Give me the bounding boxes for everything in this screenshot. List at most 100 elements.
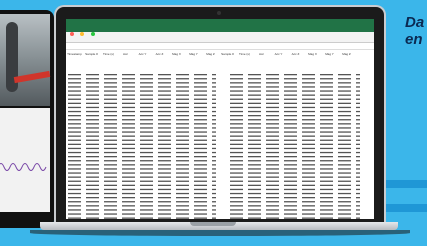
cell-text[interactable]: [302, 94, 315, 96]
cell-text[interactable]: [122, 143, 135, 145]
cell-text[interactable]: [356, 184, 360, 186]
cell-text[interactable]: [284, 213, 297, 215]
cell-text[interactable]: [302, 172, 315, 174]
cell-text[interactable]: [266, 74, 279, 76]
cell-text[interactable]: [104, 205, 117, 207]
cell-text[interactable]: [176, 164, 189, 166]
cell-text[interactable]: [212, 180, 216, 182]
cell-text[interactable]: [140, 131, 153, 133]
cell-text[interactable]: [122, 217, 135, 219]
cell-text[interactable]: [140, 209, 153, 211]
cell-text[interactable]: [86, 90, 99, 92]
cell-text[interactable]: [266, 147, 279, 150]
cell-text[interactable]: [86, 201, 99, 203]
cell-text[interactable]: [122, 151, 135, 154]
cell-text[interactable]: [86, 127, 99, 129]
cell-text[interactable]: [68, 209, 81, 211]
cell-text[interactable]: [248, 176, 261, 178]
cell-text[interactable]: [68, 184, 81, 186]
cell-text[interactable]: [284, 127, 297, 129]
cell-text[interactable]: [68, 74, 81, 76]
cell-text[interactable]: [212, 78, 216, 80]
cell-text[interactable]: [86, 217, 99, 219]
cell-text[interactable]: [302, 164, 315, 166]
column-header[interactable]: Sample #: [219, 52, 236, 56]
cell-text[interactable]: [68, 192, 81, 195]
cell-text[interactable]: [122, 180, 135, 182]
cell-text[interactable]: [266, 102, 279, 104]
cell-text[interactable]: [104, 110, 117, 113]
cell-text[interactable]: [320, 127, 333, 129]
cell-text[interactable]: [158, 197, 171, 199]
cell-text[interactable]: [320, 139, 333, 141]
cell-text[interactable]: [320, 115, 333, 117]
cell-text[interactable]: [158, 217, 171, 219]
cell-text[interactable]: [176, 127, 189, 129]
cell-text[interactable]: [302, 188, 315, 191]
cell-text[interactable]: [140, 164, 153, 166]
cell-text[interactable]: [230, 209, 243, 211]
cell-text[interactable]: [266, 115, 279, 117]
cell-text[interactable]: [140, 217, 153, 219]
cell-text[interactable]: [86, 147, 99, 150]
cell-text[interactable]: [284, 94, 297, 96]
cell-text[interactable]: [176, 90, 189, 92]
cell-text[interactable]: [194, 188, 207, 191]
cell-text[interactable]: [338, 151, 351, 154]
cell-text[interactable]: [86, 115, 99, 117]
cell-text[interactable]: [230, 147, 243, 150]
cell-text[interactable]: [266, 168, 279, 170]
column-header[interactable]: Acc Z: [151, 52, 168, 56]
cell-text[interactable]: [302, 102, 315, 104]
cell-text[interactable]: [230, 172, 243, 174]
cell-text[interactable]: [248, 151, 261, 154]
cell-text[interactable]: [320, 110, 333, 113]
cell-text[interactable]: [86, 82, 99, 84]
cell-text[interactable]: [140, 135, 153, 137]
cell-text[interactable]: [248, 90, 261, 92]
cell-text[interactable]: [122, 135, 135, 137]
cell-text[interactable]: [86, 192, 99, 195]
cell-text[interactable]: [104, 201, 117, 203]
cell-text[interactable]: [266, 176, 279, 178]
cell-text[interactable]: [158, 86, 171, 88]
cell-text[interactable]: [176, 176, 189, 178]
cell-text[interactable]: [122, 123, 135, 125]
cell-text[interactable]: [230, 176, 243, 178]
cell-text[interactable]: [122, 110, 135, 113]
cell-text[interactable]: [86, 176, 99, 178]
cell-text[interactable]: [122, 115, 135, 117]
cell-text[interactable]: [356, 197, 360, 199]
cell-text[interactable]: [158, 180, 171, 182]
minimize-icon[interactable]: [80, 32, 85, 36]
cell-text[interactable]: [284, 151, 297, 154]
cell-text[interactable]: [140, 213, 153, 215]
cell-text[interactable]: [230, 135, 243, 137]
cell-text[interactable]: [338, 176, 351, 178]
cell-text[interactable]: [104, 172, 117, 174]
cell-text[interactable]: [302, 78, 315, 80]
column-header[interactable]: Mag Y: [321, 52, 338, 56]
cell-text[interactable]: [302, 217, 315, 219]
cell-text[interactable]: [266, 160, 279, 162]
cell-text[interactable]: [266, 123, 279, 125]
cell-text[interactable]: [194, 94, 207, 96]
cell-text[interactable]: [266, 78, 279, 80]
cell-text[interactable]: [356, 164, 360, 166]
cell-text[interactable]: [356, 213, 360, 215]
cell-text[interactable]: [338, 188, 351, 191]
cell-text[interactable]: [122, 82, 135, 84]
cell-text[interactable]: [176, 201, 189, 203]
cell-text[interactable]: [302, 176, 315, 178]
cell-text[interactable]: [176, 217, 189, 219]
cell-text[interactable]: [338, 106, 351, 109]
cell-text[interactable]: [230, 127, 243, 129]
cell-text[interactable]: [248, 209, 261, 211]
cell-text[interactable]: [266, 131, 279, 133]
cell-text[interactable]: [86, 110, 99, 113]
cell-text[interactable]: [68, 188, 81, 191]
cell-text[interactable]: [158, 94, 171, 96]
cell-text[interactable]: [230, 160, 243, 162]
cell-text[interactable]: [302, 98, 315, 100]
cell-text[interactable]: [122, 184, 135, 186]
